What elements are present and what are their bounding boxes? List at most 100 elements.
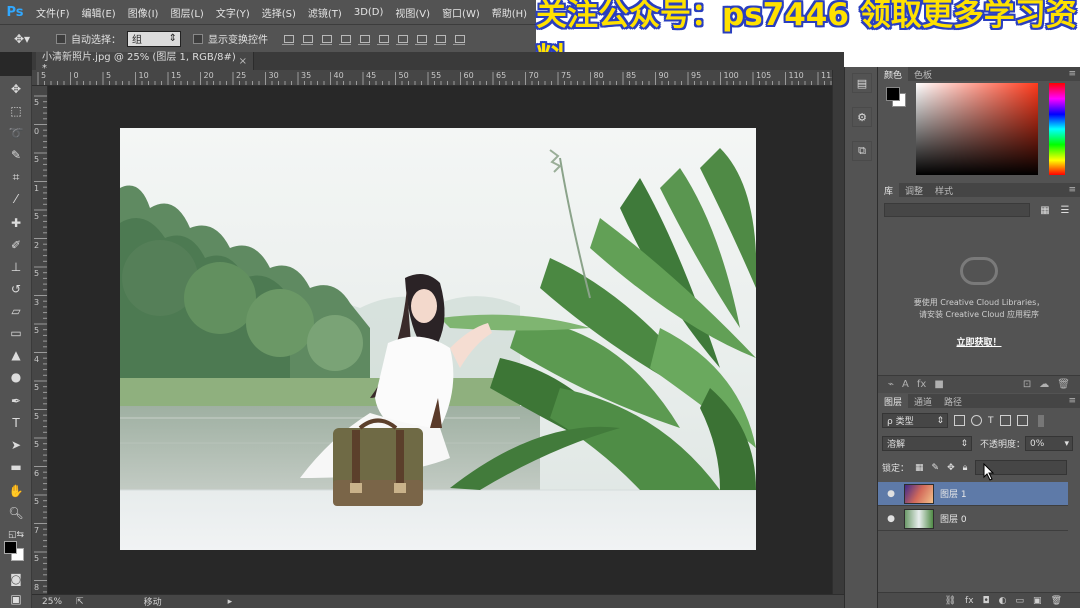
menu-file[interactable]: 文件(F)	[30, 5, 76, 20]
add-color-icon[interactable]: ■	[934, 379, 943, 390]
shape-filter-icon[interactable]	[999, 415, 1011, 426]
link-layers-icon[interactable]: ⛓	[945, 596, 956, 606]
lock-position-icon[interactable]: ✥	[947, 463, 955, 473]
canvas-vertical-scrollbar[interactable]	[832, 70, 844, 594]
align-right-icon[interactable]	[377, 33, 389, 45]
actions-panel-icon[interactable]: ⧉	[852, 141, 872, 161]
gradient-tool-icon[interactable]: ▭	[6, 324, 26, 342]
align-top-icon[interactable]	[282, 33, 294, 45]
pixel-filter-icon[interactable]	[954, 415, 965, 426]
align-bottom-icon[interactable]	[320, 33, 332, 45]
history-brush-tool-icon[interactable]: ↺	[6, 280, 26, 298]
pen-tool-icon[interactable]: ✒	[6, 392, 26, 410]
eyedropper-tool-icon[interactable]: ⁄	[6, 190, 26, 208]
layer-row-1[interactable]: ● 图层 1	[878, 482, 1068, 506]
tab-swatches[interactable]: 色板	[908, 67, 938, 81]
zoom-level[interactable]: 25%	[42, 597, 62, 607]
tab-channels[interactable]: 通道	[908, 394, 938, 408]
document-tab[interactable]: 小清新照片.jpg @ 25% (图层 1, RGB/8#) * ×	[36, 52, 254, 74]
shape-tool-icon[interactable]: ▬	[6, 458, 26, 476]
blur-tool-icon[interactable]: ▲	[6, 346, 26, 364]
layer-row-0[interactable]: ● 图层 0	[878, 507, 1068, 531]
tab-libraries[interactable]: 库	[878, 183, 900, 197]
distribute-bottom-icon[interactable]	[434, 33, 446, 45]
delete-icon[interactable]: 🗑︎	[1057, 379, 1070, 390]
menu-view[interactable]: 视图(V)	[389, 5, 436, 20]
add-text-style-icon[interactable]: A	[902, 379, 909, 390]
layer-name[interactable]: 图层 1	[940, 487, 967, 500]
adjustment-filter-icon[interactable]	[971, 415, 982, 426]
layer-filter-dropdown[interactable]: ρ 类型 ⇕	[882, 413, 948, 428]
eye-icon[interactable]: ●	[878, 489, 904, 499]
zoom-tool-icon[interactable]: 🔍︎	[6, 504, 26, 522]
new-group-icon[interactable]: ▭	[1016, 596, 1025, 606]
hand-tool-icon[interactable]: ✋	[6, 482, 26, 500]
lock-transparent-icon[interactable]: ▦	[915, 463, 924, 473]
hue-slider[interactable]	[1049, 83, 1065, 175]
menu-type[interactable]: 文字(Y)	[210, 5, 256, 20]
align-vcenter-icon[interactable]	[301, 33, 313, 45]
list-view-icon[interactable]: ☰	[1058, 203, 1072, 217]
type-filter-icon[interactable]: T	[988, 416, 994, 426]
menu-layer[interactable]: 图层(L)	[164, 5, 209, 20]
opacity-input[interactable]: 0% ▾	[1025, 436, 1074, 451]
delete-layer-icon[interactable]: 🗑︎	[1051, 596, 1062, 606]
close-icon[interactable]: ×	[239, 56, 247, 67]
status-menu-arrow-icon[interactable]: ▸	[228, 597, 233, 607]
export-icon[interactable]: ⇱	[76, 597, 84, 607]
path-select-tool-icon[interactable]: ➤	[6, 436, 26, 454]
show-transform-checkbox[interactable]	[193, 33, 203, 44]
move-tool-icon[interactable]: ✥	[6, 80, 26, 98]
eye-icon[interactable]: ●	[878, 514, 904, 524]
auto-select-dropdown[interactable]: 组 ⇕	[127, 30, 181, 47]
crop-tool-icon[interactable]: ⌗	[6, 168, 26, 186]
menu-filter[interactable]: 滤镜(T)	[302, 5, 348, 20]
add-graphic-icon[interactable]: ⌁	[888, 379, 894, 390]
marquee-tool-icon[interactable]: ⬚	[6, 102, 26, 120]
panel-menu-icon[interactable]: ≡	[1068, 69, 1076, 79]
brush-tool-icon[interactable]: ✐	[6, 236, 26, 254]
menu-3d[interactable]: 3D(D)	[348, 7, 390, 18]
distribute-top-icon[interactable]	[396, 33, 408, 45]
blend-mode-dropdown[interactable]: 溶解 ⇕	[882, 436, 972, 451]
add-layer-style-icon[interactable]: fx	[917, 379, 926, 390]
quick-select-tool-icon[interactable]: ✎	[6, 146, 26, 164]
dodge-tool-icon[interactable]: ●	[6, 368, 26, 386]
menu-help[interactable]: 帮助(H)	[486, 5, 533, 20]
sync-icon[interactable]: ☁	[1039, 379, 1049, 390]
properties-panel-icon[interactable]: ⚙	[852, 107, 872, 127]
stock-icon[interactable]: ⊡	[1023, 379, 1031, 390]
lock-pixels-icon[interactable]: ✎	[932, 463, 940, 473]
layer-name[interactable]: 图层 0	[940, 512, 967, 525]
lock-all-icon[interactable]: 🔒︎	[963, 463, 968, 473]
panel-menu-icon[interactable]: ≡	[1068, 185, 1076, 195]
document-image[interactable]	[120, 128, 756, 550]
menu-edit[interactable]: 编辑(E)	[76, 5, 122, 20]
filter-toggle-icon[interactable]	[1037, 414, 1044, 427]
menu-image[interactable]: 图像(I)	[122, 5, 165, 20]
panel-menu-icon[interactable]: ≡	[1068, 396, 1076, 406]
move-tool-preset-icon[interactable]: ✥▾	[0, 32, 44, 46]
healing-brush-tool-icon[interactable]: ✚	[6, 214, 26, 232]
quick-mask-icon[interactable]: ◙	[6, 570, 26, 588]
eraser-tool-icon[interactable]: ▱	[6, 302, 26, 320]
get-now-link[interactable]: 立即获取！	[878, 335, 1080, 348]
type-tool-icon[interactable]: T	[6, 414, 26, 432]
layer-mask-icon[interactable]: ◘	[983, 596, 990, 606]
library-dropdown[interactable]	[884, 203, 1030, 217]
tab-styles[interactable]: 样式	[929, 183, 959, 197]
lasso-tool-icon[interactable]: ➰	[6, 124, 26, 142]
history-panel-icon[interactable]: ▤	[852, 73, 872, 93]
align-hcenter-icon[interactable]	[358, 33, 370, 45]
layer-style-icon[interactable]: fx	[965, 596, 974, 606]
align-left-icon[interactable]	[339, 33, 351, 45]
auto-select-checkbox[interactable]	[56, 33, 66, 44]
tab-color[interactable]: 颜色	[878, 67, 909, 81]
clone-stamp-tool-icon[interactable]: ⊥	[6, 258, 26, 276]
grid-view-icon[interactable]: ▦	[1038, 203, 1052, 217]
menu-select[interactable]: 选择(S)	[256, 5, 302, 20]
screen-mode-icon[interactable]: ▣	[6, 590, 26, 608]
tab-layers[interactable]: 图层	[878, 394, 909, 408]
smart-object-filter-icon[interactable]	[1016, 415, 1028, 426]
foreground-color-swatch[interactable]	[4, 541, 17, 554]
